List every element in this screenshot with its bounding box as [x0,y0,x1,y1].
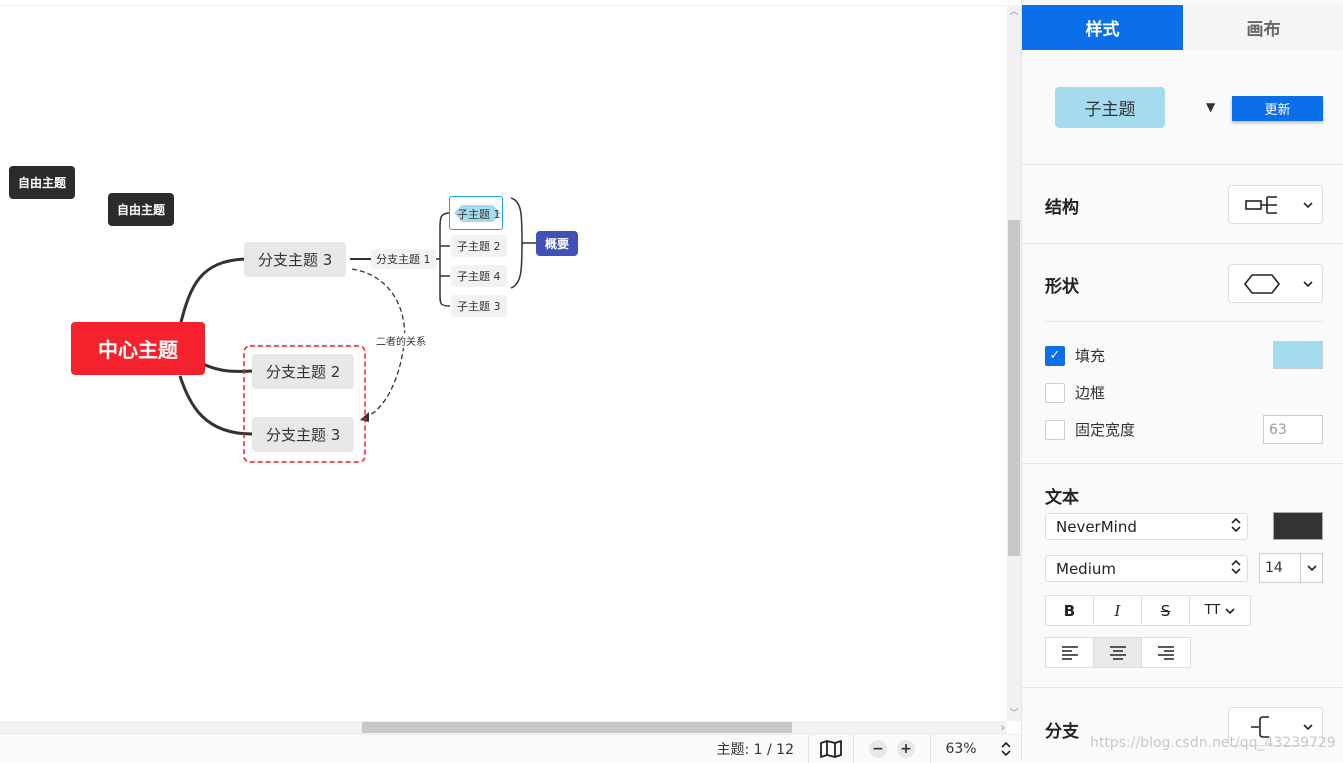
chevron-down-icon [1295,280,1321,287]
branch-title: 分支 [1045,722,1079,742]
font-weight-value: Medium [1056,559,1116,578]
fill-label: 填充 [1075,347,1106,365]
child-topic-1[interactable]: 子主题 1 [451,203,507,225]
central-topic[interactable]: 中心主题 [71,322,205,375]
child-topic-4[interactable]: 子主题 4 [451,265,507,287]
chevron-down-icon [1295,201,1321,208]
select-spinner-icon [1231,517,1241,537]
scroll-up-icon[interactable]: ︿ [1009,7,1019,17]
text-case-label: TT [1204,603,1221,618]
branch-topic-3-top[interactable]: 分支主题 3 [244,242,347,277]
text-color-swatch[interactable] [1273,512,1323,540]
divider [1045,321,1323,322]
border-row[interactable]: 边框 [1045,382,1105,403]
central-branch-line-3 [178,375,253,436]
panel-tabs: 样式 画布 [1022,5,1343,50]
zoom-level[interactable]: 63% [931,741,991,757]
update-button[interactable]: 更新 [1232,96,1323,121]
align-left-button[interactable] [1046,638,1094,667]
divider [1022,463,1343,464]
select-spinner-icon [1231,559,1241,579]
status-bar: 主题: 1 / 12 − + 63% [0,734,1021,763]
central-branch-line-1 [178,257,246,327]
chevron-down-icon[interactable] [1300,554,1322,582]
structure-title: 结构 [1045,198,1079,218]
fixed-width-row[interactable]: 固定宽度 [1045,419,1135,440]
text-align-buttons [1045,637,1191,668]
scroll-right-icon[interactable]: › [1001,721,1005,734]
fixed-width-label: 固定宽度 [1075,421,1136,439]
topic-count: 主题: 1 / 12 [716,741,794,758]
map-icon[interactable] [809,739,853,758]
child-topic-2[interactable]: 子主题 2 [451,235,507,257]
italic-button[interactable]: I [1094,596,1142,625]
preview-topic[interactable]: 子主题 [1055,87,1165,128]
border-checkbox[interactable] [1045,382,1065,403]
structure-select[interactable] [1228,185,1323,224]
branch-topic-3-bottom[interactable]: 分支主题 3 [252,417,355,452]
horizontal-scrollbar[interactable]: › [0,721,1007,734]
shape-title: 形状 [1045,277,1079,297]
tab-style[interactable]: 样式 [1022,5,1183,50]
horizontal-scroll-thumb[interactable] [362,722,792,733]
border-label: 边框 [1075,384,1106,402]
font-size-value: 14 [1265,560,1283,576]
structure-section: 结构 [1022,165,1343,244]
align-right-icon [1158,645,1174,660]
summary-brace [510,197,523,289]
structure-icon [1229,194,1295,216]
chevron-down-icon [1295,723,1321,730]
bold-button[interactable]: B [1046,596,1094,625]
fixed-width-checkbox[interactable] [1045,419,1065,440]
free-topic-2[interactable]: 自由主题 [108,193,175,226]
align-center-button[interactable] [1094,638,1142,667]
font-family-select[interactable]: NeverMind [1045,513,1248,540]
divider [1022,687,1343,688]
text-title: 文本 [1045,488,1079,508]
align-right-button[interactable] [1142,638,1190,667]
chevron-down-icon [1225,607,1235,614]
vertical-scroll-thumb[interactable] [1008,220,1020,556]
mindmap-canvas[interactable]: 自由主题 自由主题 中心主题 分支主题 3 分支主题 2 分支主题 3 分支主题… [0,5,1007,721]
relationship-label[interactable]: 二者的关系 [376,333,426,348]
text-style-buttons: B I S TT [1045,595,1251,626]
vertical-scrollbar[interactable]: ︿ ﹀ [1007,5,1021,721]
style-dropdown-icon[interactable]: ▼ [1206,100,1215,114]
align-left-icon [1061,645,1078,660]
align-center-icon [1109,645,1126,660]
hexagon-shape-icon [1229,273,1295,295]
child-topic-3[interactable]: 子主题 3 [451,295,507,317]
style-panel: 样式 画布 子主题 ▼ 更新 结构 形状 ✓ 填充 边框 固定宽度 63 文本 … [1021,0,1343,762]
shape-section: 形状 [1022,244,1343,322]
scroll-down-icon[interactable]: ﹀ [1009,709,1019,719]
font-family-value: NeverMind [1056,517,1137,536]
sub-branch-topic-1[interactable]: 分支主题 1 [371,249,436,269]
zoom-out-button[interactable]: − [869,739,887,758]
shape-select[interactable] [1228,264,1323,303]
fill-checkbox[interactable]: ✓ [1045,345,1065,366]
free-topic-1[interactable]: 自由主题 [9,166,76,199]
fill-row[interactable]: ✓ 填充 [1045,345,1105,366]
tab-canvas[interactable]: 画布 [1183,5,1343,50]
fill-color-swatch[interactable] [1273,341,1323,369]
summary-topic[interactable]: 概要 [536,231,579,256]
zoom-spinner-icon[interactable] [991,741,1021,757]
text-case-button[interactable]: TT [1190,596,1250,625]
font-weight-select[interactable]: Medium [1045,555,1248,582]
strikethrough-button[interactable]: S [1142,596,1190,625]
watermark: https://blog.csdn.net/qq_43239729 [1090,735,1336,751]
fixed-width-input[interactable]: 63 [1263,415,1323,444]
branch-topic-2[interactable]: 分支主题 2 [252,354,355,389]
zoom-in-button[interactable]: + [897,739,915,758]
style-preview: 子主题 ▼ 更新 [1022,50,1343,165]
font-size-select[interactable]: 14 [1259,553,1323,583]
